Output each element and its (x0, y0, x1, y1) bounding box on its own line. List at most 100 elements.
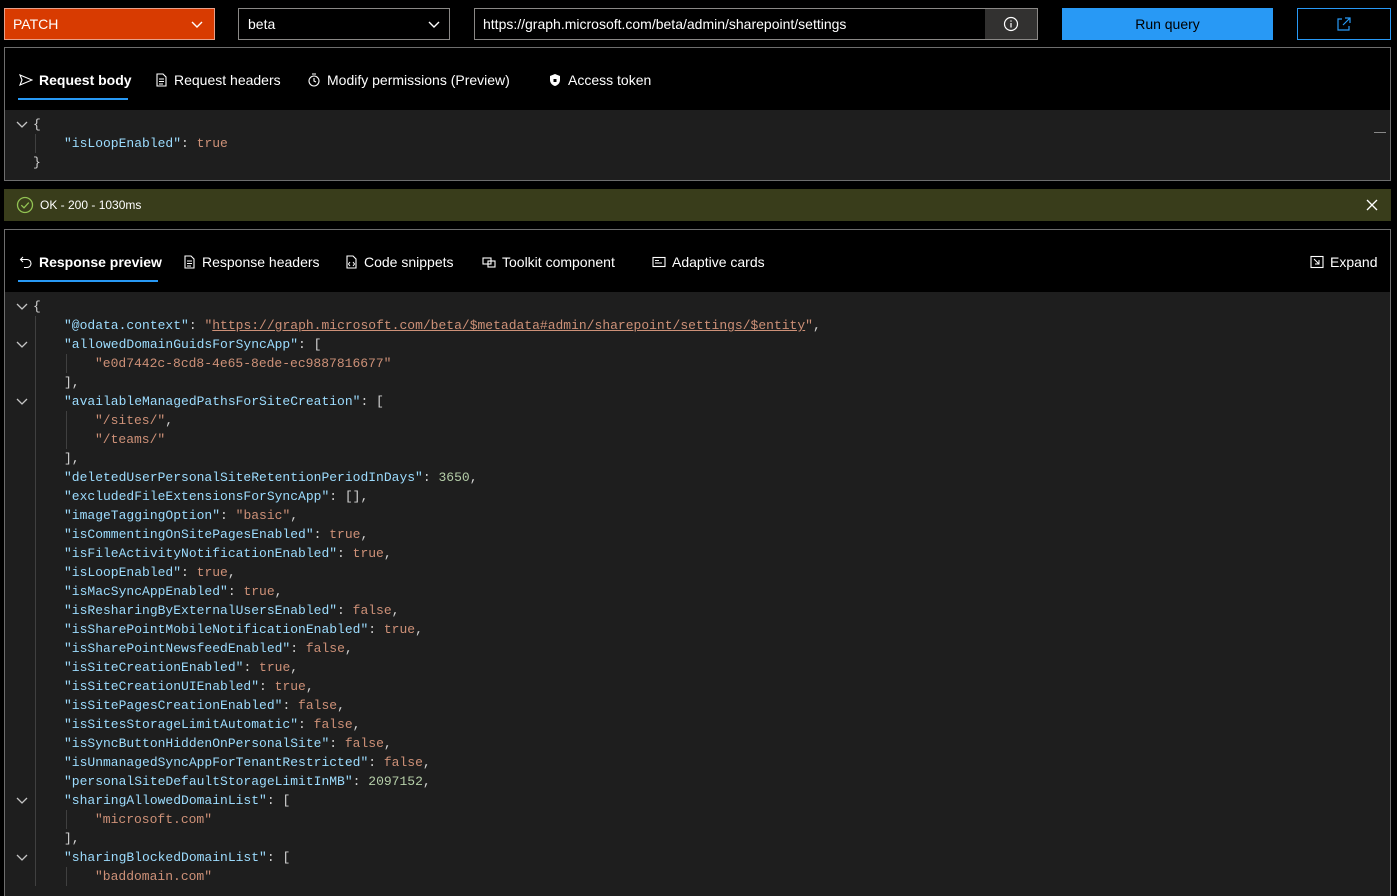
json-key: "deletedUserPersonalSiteRetentionPeriodI… (64, 470, 423, 485)
indent-guide (66, 867, 67, 886)
tab-label: Toolkit component (502, 254, 615, 270)
tab-adaptive-cards[interactable]: Adaptive cards (652, 250, 765, 274)
json-key: "isMacSyncAppEnabled" (64, 584, 228, 599)
indent-guide (35, 468, 36, 487)
tab-response-preview[interactable]: Response preview (19, 250, 162, 274)
indent-guide (35, 449, 36, 468)
tab-label: Request body (39, 72, 132, 88)
json-key: "isLoopEnabled" (64, 565, 182, 580)
response-preview-editor[interactable]: { "@odata.context": "https://graph.micros… (5, 292, 1390, 896)
indent-guide (35, 639, 36, 658)
tab-modify-permissions[interactable]: Modify permissions (Preview) (307, 68, 510, 92)
http-method-dropdown[interactable]: PATCH (4, 8, 215, 40)
json-punctuation: : (337, 546, 353, 561)
request-body-editor[interactable]: { "isLoopEnabled": true } (5, 110, 1390, 180)
json-value: "baddomain.com" (95, 869, 213, 884)
json-key: "isSharePointNewsfeedEnabled" (64, 641, 291, 656)
json-value: false (383, 755, 423, 770)
json-key: "isResharingByExternalUsersEnabled" (64, 603, 338, 618)
minimap-scroll-indicator[interactable] (1374, 132, 1386, 133)
code-file-icon (346, 255, 357, 269)
json-punctuation: : (259, 679, 275, 694)
indent-guide (35, 582, 36, 601)
code-line: "/teams/" (95, 430, 165, 449)
code-line: ], (64, 449, 80, 468)
json-value: " (805, 318, 813, 333)
url-input[interactable] (475, 9, 985, 39)
json-key: "personalSiteDefaultStorageLimitInMB" (64, 774, 353, 789)
json-punctuation: , (274, 584, 283, 599)
check-circle-icon (16, 196, 34, 214)
run-query-button[interactable]: Run query (1062, 8, 1273, 40)
code-line: "allowedDomainGuidsForSyncApp": [ (64, 335, 321, 354)
indent-guide (35, 620, 36, 639)
code-line: "availableManagedPathsForSiteCreation": … (64, 392, 384, 411)
indent-guide (35, 316, 36, 335)
chevron-down-icon (191, 21, 203, 28)
json-value: false (305, 641, 345, 656)
http-method-value: PATCH (13, 16, 59, 32)
json-punctuation: : [ (360, 394, 384, 409)
expand-icon (1310, 255, 1324, 269)
code-line: "@odata.context": "https://graph.microso… (64, 316, 821, 335)
json-value: false (298, 698, 338, 713)
json-punctuation: : (220, 508, 236, 523)
tab-label: Response preview (39, 254, 162, 270)
share-button[interactable] (1297, 8, 1391, 40)
tab-request-body[interactable]: Request body (19, 68, 132, 92)
code-line: "personalSiteDefaultStorageLimitInMB": 2… (64, 772, 431, 791)
active-tab-indicator (18, 280, 158, 282)
json-punctuation: , (352, 717, 361, 732)
json-key: "isFileActivityNotificationEnabled" (64, 546, 338, 561)
indent-guide (35, 677, 36, 696)
share-icon (1337, 17, 1351, 31)
tab-label: Modify permissions (Preview) (327, 72, 510, 88)
close-icon[interactable] (1365, 198, 1379, 212)
json-value: "microsoft.com" (95, 812, 213, 827)
json-punctuation: : (227, 584, 244, 599)
shield-lock-icon (550, 74, 560, 86)
indent-guide (35, 487, 36, 506)
request-tabs: Request body Request headers Modify perm… (5, 48, 1390, 110)
tab-toolkit-component[interactable]: Toolkit component (482, 250, 615, 274)
tab-response-headers[interactable]: Response headers (182, 250, 320, 274)
fold-chevron-icon[interactable] (15, 794, 29, 808)
json-punctuation: : (243, 660, 260, 675)
fold-chevron-icon[interactable] (15, 300, 29, 314)
code-line: "isMacSyncAppEnabled": true, (64, 582, 282, 601)
tab-code-snippets[interactable]: Code snippets (344, 250, 454, 274)
json-punctuation: : (181, 565, 197, 580)
json-key: "isUnmanagedSyncAppForTenantRestricted" (64, 755, 369, 770)
code-line: "deletedUserPersonalSiteRetentionPeriodI… (64, 468, 478, 487)
status-bar: OK - 200 - 1030ms (4, 189, 1391, 221)
fold-chevron-icon[interactable] (15, 395, 29, 409)
json-punctuation: , (469, 470, 478, 485)
tab-label: Request headers (174, 72, 281, 88)
code-line: "/sites/", (95, 411, 173, 430)
query-bar: PATCH beta Run query (0, 0, 1397, 48)
json-key: "isSiteCreationUIEnabled" (64, 679, 260, 694)
document-icon (184, 255, 195, 269)
odata-context-link[interactable]: https://graph.microsoft.com/beta/$metada… (212, 318, 805, 333)
chevron-down-icon (428, 21, 440, 28)
indent-guide (35, 563, 36, 582)
code-line: "isCommentingOnSitePagesEnabled": true, (64, 525, 368, 544)
tab-request-headers[interactable]: Request headers (154, 68, 281, 92)
json-value: true (243, 584, 275, 599)
json-value: "/sites/" (95, 413, 166, 428)
json-punctuation: : (290, 641, 306, 656)
code-line: "excludedFileExtensionsForSyncApp": [], (64, 487, 368, 506)
version-dropdown[interactable]: beta (238, 8, 450, 40)
info-button[interactable] (985, 9, 1037, 39)
fold-chevron-icon[interactable] (15, 118, 29, 132)
tab-access-token[interactable]: Access token (548, 68, 651, 92)
fold-chevron-icon[interactable] (15, 851, 29, 865)
json-punctuation: : (352, 774, 369, 789)
expand-button[interactable]: Expand (1310, 250, 1377, 274)
code-line: "isSiteCreationUIEnabled": true, (64, 677, 314, 696)
indent-guide (35, 753, 36, 772)
indent-guide (35, 411, 36, 430)
json-punctuation: : (282, 698, 299, 713)
fold-chevron-icon[interactable] (15, 338, 29, 352)
json-punctuation: { (33, 299, 41, 314)
